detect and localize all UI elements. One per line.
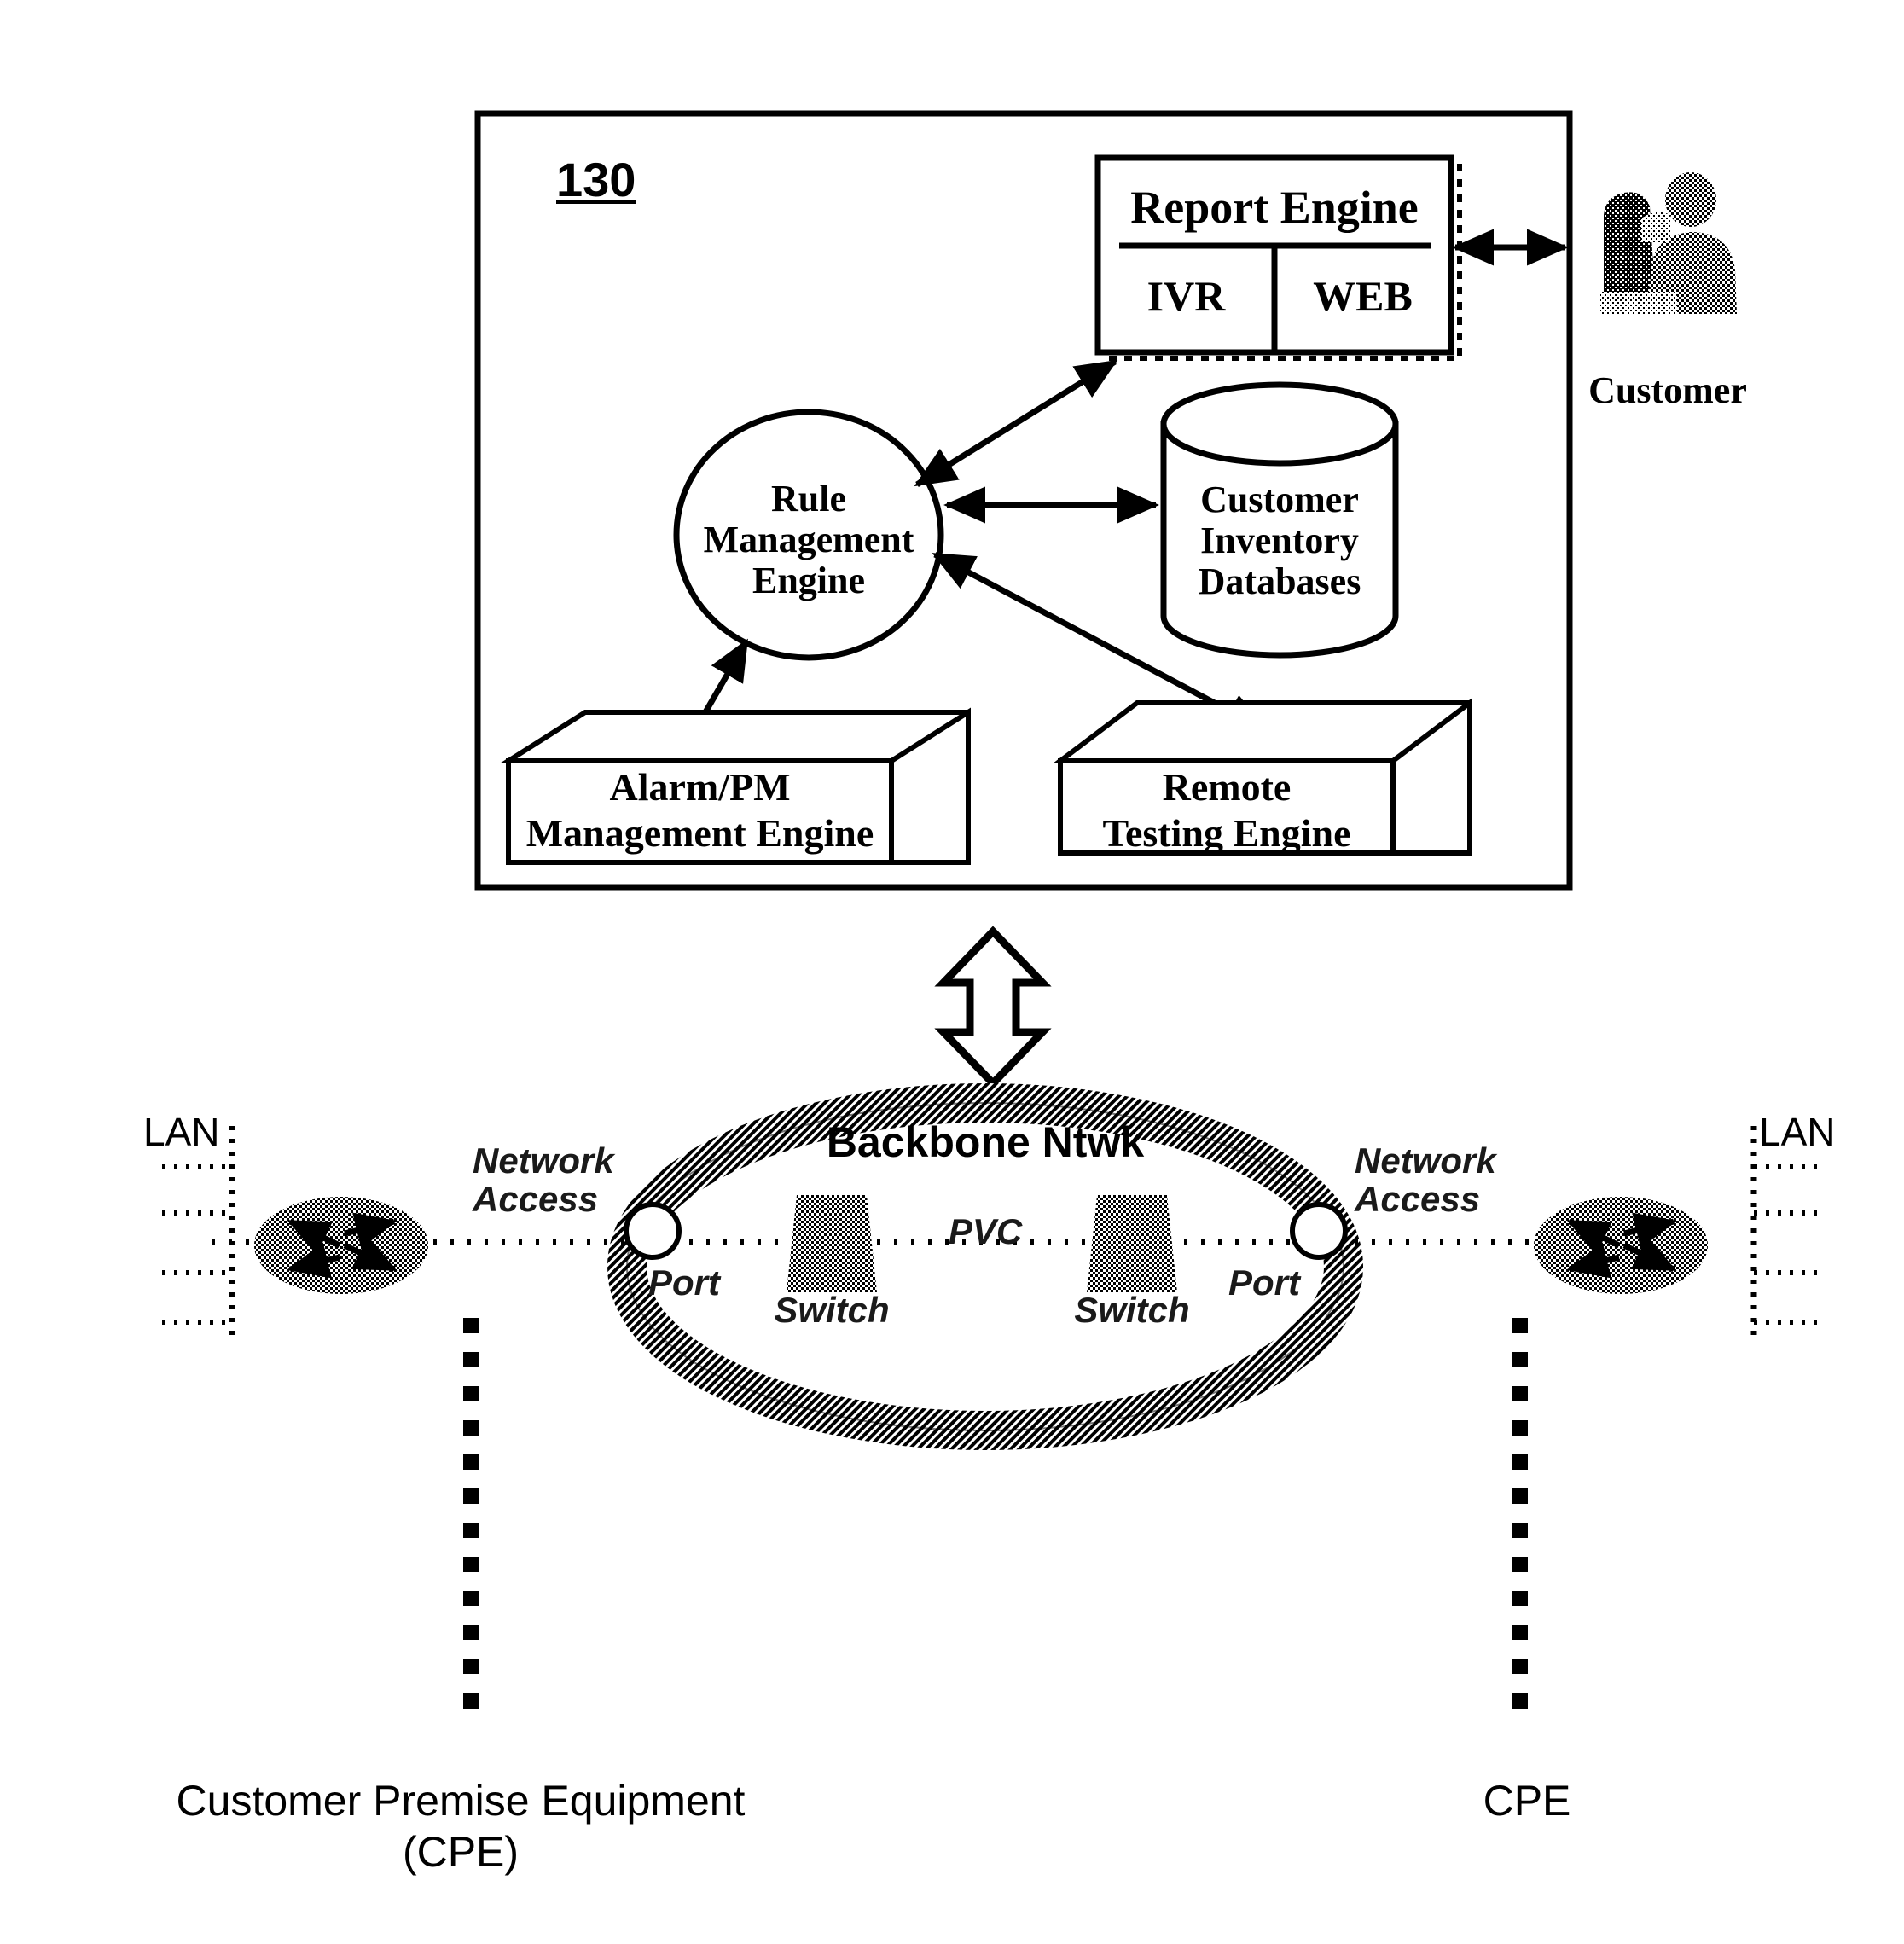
cpe-right-caption: CPE bbox=[1483, 1777, 1571, 1825]
arrow-rule-report bbox=[914, 359, 1118, 487]
switch-left-label: Switch bbox=[774, 1290, 890, 1330]
network-access-left-line-2: Access bbox=[473, 1179, 599, 1219]
network-access-left-line-1: Network bbox=[473, 1140, 614, 1181]
lan-right-label: LAN bbox=[1759, 1110, 1836, 1154]
cpe-left-caption-line-1: Customer Premise Equipment bbox=[176, 1777, 746, 1825]
customer-inventory-database-line-1: Customer bbox=[1200, 479, 1359, 520]
network-access-right-line-1: Network bbox=[1355, 1140, 1496, 1181]
lan-right-bracket bbox=[1750, 1126, 1826, 1338]
rule-management-engine-line-3: Engine bbox=[752, 560, 866, 601]
router-left-icon bbox=[254, 1197, 428, 1294]
customer-inventory-database-line-2: Inventory bbox=[1200, 519, 1359, 561]
customer-photo bbox=[1592, 164, 1742, 314]
report-engine-cell-ivr: IVR bbox=[1146, 272, 1226, 320]
customer-inventory-database-line-3: Databases bbox=[1198, 560, 1361, 602]
lan-left-bracket bbox=[162, 1126, 235, 1338]
switch-right-label: Switch bbox=[1074, 1290, 1190, 1330]
rule-management-engine-line-2: Management bbox=[703, 519, 914, 560]
report-engine-title: Report Engine bbox=[1130, 182, 1419, 233]
lan-left-label: LAN bbox=[143, 1110, 220, 1154]
diagram-svg bbox=[162, 110, 1826, 1723]
port-right-label: Port bbox=[1228, 1262, 1300, 1303]
port-left-shape bbox=[624, 1202, 682, 1260]
network-access-right-line-2: Access bbox=[1355, 1179, 1481, 1219]
pvc-label: PVC bbox=[948, 1211, 1023, 1251]
rule-management-engine-line-1: Rule bbox=[771, 478, 846, 519]
switch-right-shape bbox=[1087, 1195, 1177, 1292]
router-right-icon bbox=[1534, 1197, 1708, 1294]
backbone-network-title: Backbone Ntwk bbox=[826, 1118, 1145, 1166]
remote-testing-engine-line-1: Remote bbox=[1162, 765, 1292, 809]
cpe-left-caption-line-2: (CPE) bbox=[402, 1828, 520, 1876]
alarm-pm-management-engine-line-2: Management Engine bbox=[525, 811, 874, 855]
customer-label: Customer bbox=[1588, 369, 1747, 411]
figure-reference-numeral: 130 bbox=[556, 153, 636, 206]
port-right-shape bbox=[1290, 1202, 1348, 1260]
system-to-network-double-arrow bbox=[934, 926, 1052, 1089]
figure-canvas: 130 Report Engine IVR WEB Rule Managemen… bbox=[0, 0, 1904, 1944]
report-engine-cell-web: WEB bbox=[1313, 272, 1413, 320]
switch-left-shape bbox=[787, 1195, 877, 1292]
port-left-label: Port bbox=[648, 1262, 720, 1303]
remote-testing-engine-line-2: Testing Engine bbox=[1102, 811, 1351, 855]
alarm-pm-management-engine-line-1: Alarm/PM bbox=[609, 765, 791, 809]
